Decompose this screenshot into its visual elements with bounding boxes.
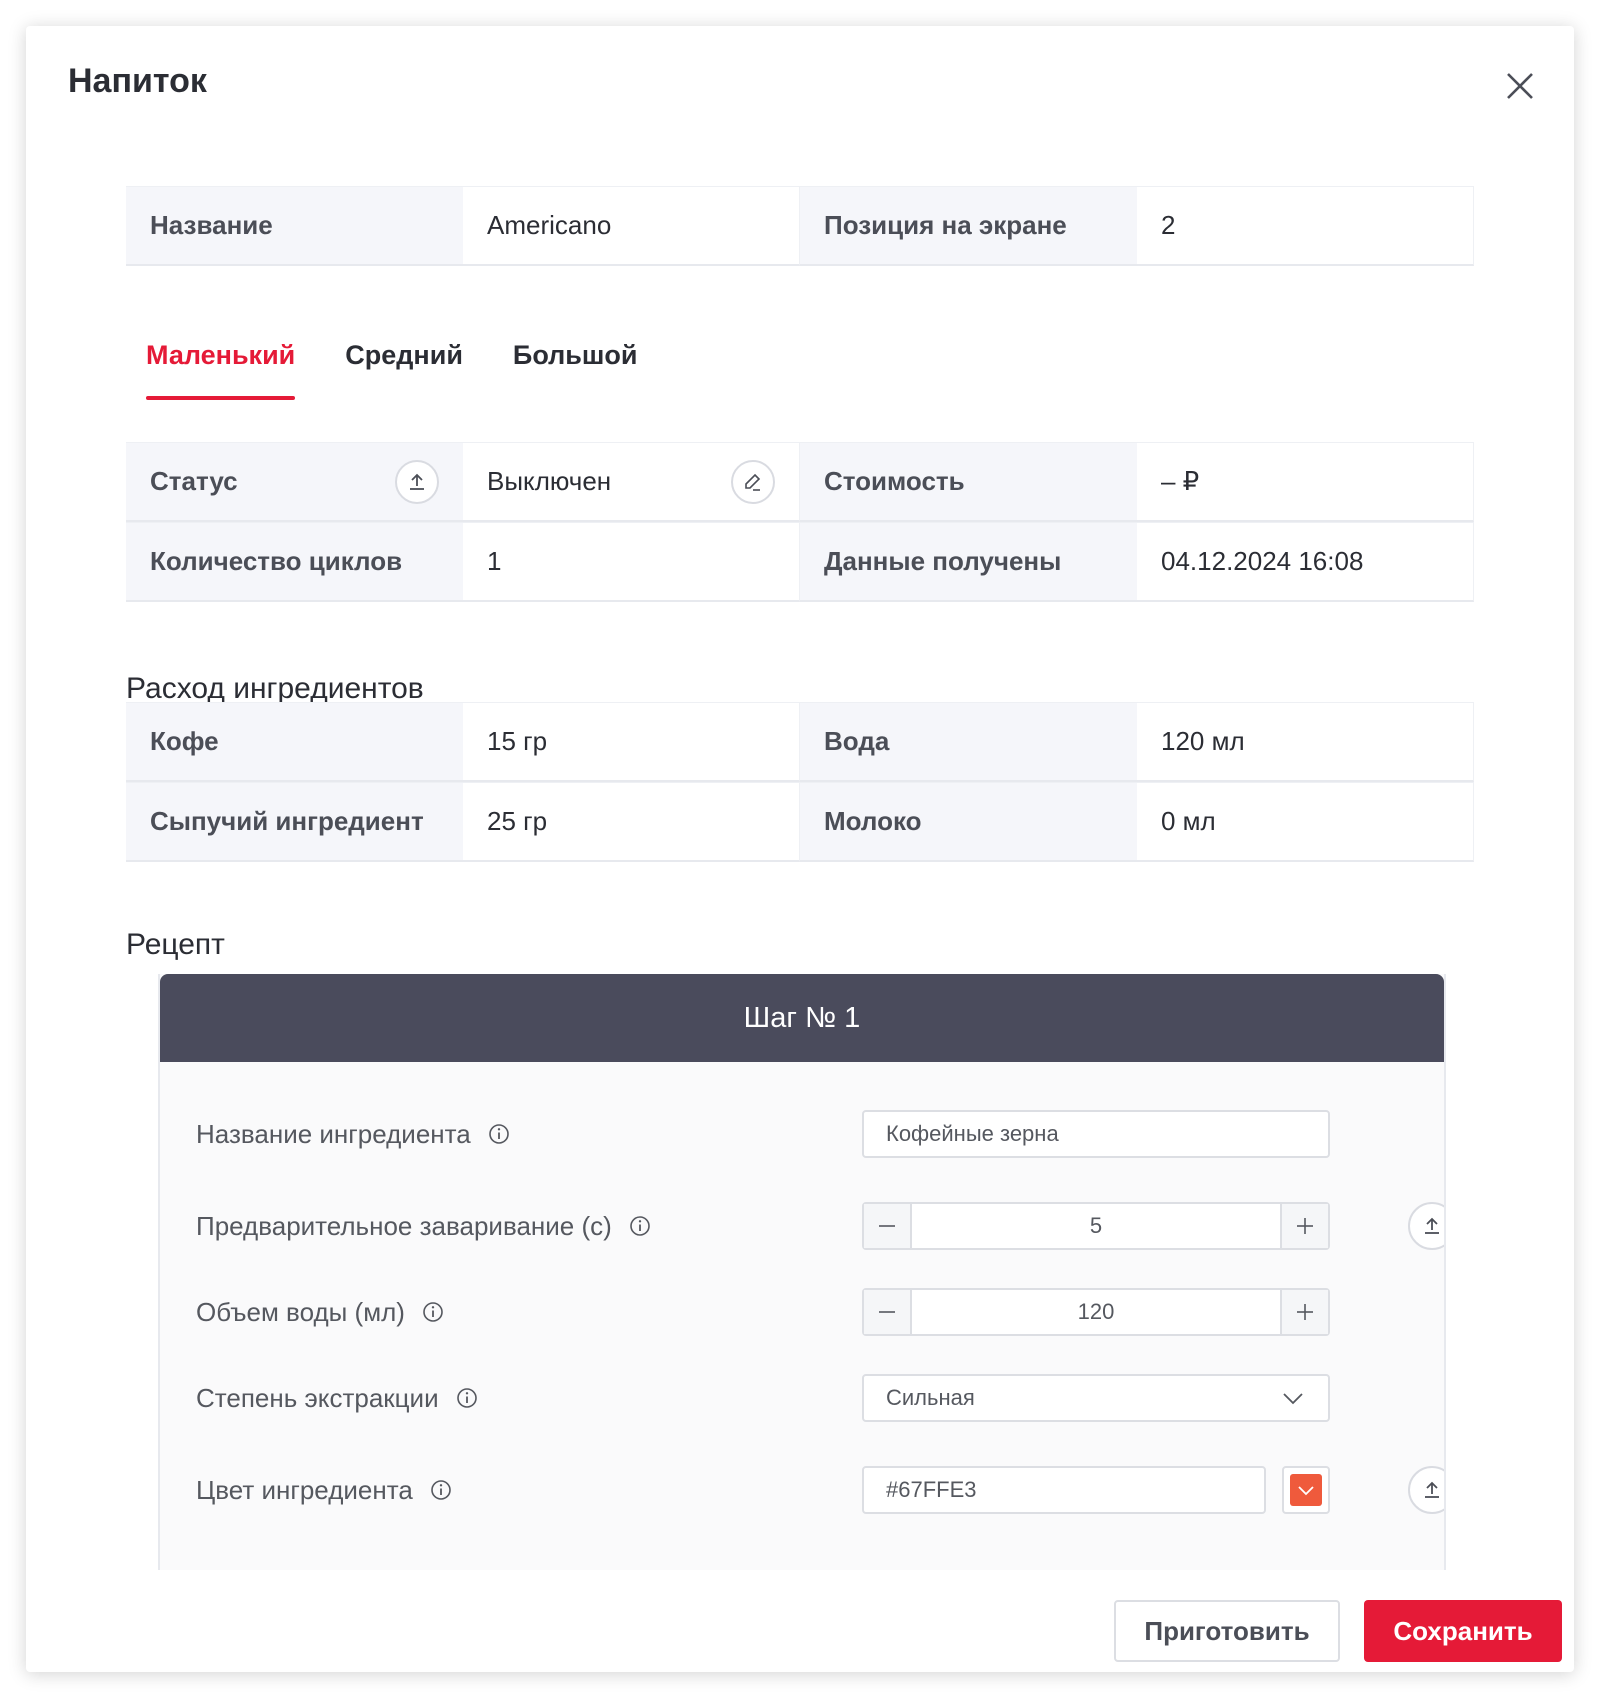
extraction-label: Степень экстракции	[196, 1382, 439, 1413]
milk-label: Молоко	[800, 782, 1137, 862]
water-volume-stepper: 120	[862, 1288, 1330, 1336]
modal-title: Напиток	[68, 62, 207, 100]
close-icon	[1507, 73, 1533, 99]
cycles-label: Количество циклов	[126, 522, 463, 602]
drink-modal: Напиток Название Americano Позиция на эк…	[26, 26, 1574, 1672]
chevron-down-icon	[1283, 1393, 1303, 1405]
status-upload-button[interactable]	[395, 459, 439, 504]
extraction-row: Степень экстракции Сильная	[196, 1374, 1416, 1422]
prebrew-stepper: 5	[862, 1202, 1330, 1250]
water-value: 120 мл	[1137, 702, 1474, 782]
status-label-cell: Статус	[126, 442, 463, 522]
save-button[interactable]: Сохранить	[1364, 1600, 1562, 1662]
prebrew-upload-button[interactable]	[1408, 1202, 1444, 1250]
info-icon[interactable]	[455, 1386, 479, 1410]
status-value-cell: Выключен	[463, 442, 800, 522]
ingredient-name-input[interactable]: Кофейные зерна	[862, 1110, 1330, 1158]
ingredient-name-label: Название ингредиента	[196, 1118, 471, 1149]
info-icon[interactable]	[487, 1122, 511, 1146]
prebrew-label: Предварительное заваривание (с)	[196, 1210, 612, 1241]
tab-large[interactable]: Большой	[513, 340, 638, 400]
ingredients-table: Кофе 15 гр Вода 120 мл Сыпучий ингредиен…	[126, 702, 1474, 862]
coffee-value: 15 гр	[463, 702, 800, 782]
tab-small[interactable]: Маленький	[146, 340, 296, 400]
status-label: Статус	[150, 466, 238, 496]
size-tabs: Маленький Средний Большой	[146, 340, 638, 400]
position-label: Позиция на экране	[800, 186, 1137, 266]
upload-icon	[410, 473, 424, 490]
info-icon[interactable]	[628, 1214, 652, 1238]
close-button[interactable]	[1500, 66, 1540, 106]
water-label: Вода	[800, 702, 1137, 782]
prepare-button[interactable]: Приготовить	[1114, 1600, 1340, 1662]
prebrew-input[interactable]: 5	[912, 1204, 1280, 1248]
water-volume-increment-button[interactable]	[1280, 1290, 1328, 1334]
plus-icon	[1297, 1304, 1313, 1320]
prebrew-row: Предварительное заваривание (с) 5	[196, 1202, 1444, 1250]
recipe-step: Шаг № 1 Название ингредиента Кофейные зе…	[158, 974, 1446, 1570]
upload-icon	[1425, 1481, 1439, 1498]
water-volume-row: Объем воды (мл) 120	[196, 1288, 1416, 1336]
received-value: 04.12.2024 16:08	[1137, 522, 1474, 602]
received-label: Данные получены	[800, 522, 1137, 602]
name-value: Americano	[463, 186, 800, 266]
upload-icon	[1425, 1217, 1439, 1234]
water-volume-label: Объем воды (мл)	[196, 1296, 405, 1327]
color-swatch	[1290, 1474, 1322, 1506]
ingredient-name-row: Название ингредиента Кофейные зерна	[196, 1110, 1416, 1158]
drink-info-table: Название Americano Позиция на экране 2	[126, 186, 1474, 266]
recipe-title: Рецепт	[126, 928, 225, 961]
status-value: Выключен	[487, 466, 612, 496]
bulk-value: 25 гр	[463, 782, 800, 862]
cycles-value: 1	[463, 522, 800, 602]
status-table: Статус Выключен Стоимость – ₽ Количество…	[126, 442, 1474, 602]
color-label: Цвет ингредиента	[196, 1474, 413, 1505]
name-label: Название	[126, 186, 463, 266]
prebrew-decrement-button[interactable]	[864, 1204, 912, 1248]
color-row: Цвет ингредиента #67FFE3	[196, 1466, 1444, 1514]
step-header: Шаг № 1	[160, 974, 1444, 1062]
color-upload-button[interactable]	[1408, 1466, 1444, 1514]
edit-icon	[745, 473, 761, 491]
coffee-label: Кофе	[126, 702, 463, 782]
minus-icon	[879, 1225, 895, 1227]
info-icon[interactable]	[429, 1478, 453, 1502]
water-volume-decrement-button[interactable]	[864, 1290, 912, 1334]
cost-label: Стоимость	[800, 442, 1137, 522]
tab-medium[interactable]: Средний	[345, 340, 463, 400]
color-picker-button[interactable]	[1282, 1466, 1330, 1514]
water-volume-input[interactable]: 120	[912, 1290, 1280, 1334]
bulk-label: Сыпучий ингредиент	[126, 782, 463, 862]
color-input[interactable]: #67FFE3	[862, 1466, 1266, 1514]
ingredients-title: Расход ингредиентов	[126, 672, 424, 705]
status-edit-button[interactable]	[731, 459, 775, 504]
extraction-select[interactable]: Сильная	[862, 1374, 1330, 1422]
info-icon[interactable]	[421, 1300, 445, 1324]
plus-icon	[1297, 1218, 1313, 1234]
minus-icon	[879, 1311, 895, 1313]
chevron-down-icon	[1298, 1486, 1314, 1496]
cost-value: – ₽	[1137, 442, 1474, 522]
prebrew-increment-button[interactable]	[1280, 1204, 1328, 1248]
position-value: 2	[1137, 186, 1474, 266]
milk-value: 0 мл	[1137, 782, 1474, 862]
extraction-selected-value: Сильная	[886, 1385, 975, 1410]
